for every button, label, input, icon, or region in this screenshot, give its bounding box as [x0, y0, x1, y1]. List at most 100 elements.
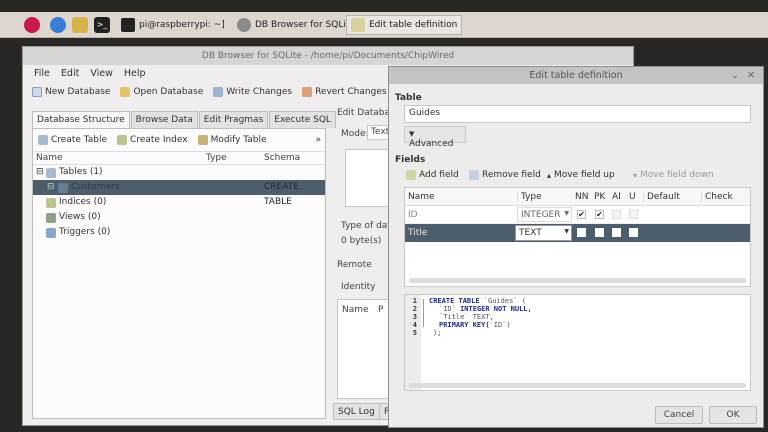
pk-checkbox[interactable]: ✔: [595, 210, 604, 219]
col-nn[interactable]: NN: [575, 192, 588, 202]
col-name[interactable]: Name: [408, 192, 435, 202]
nn-checkbox[interactable]: [577, 228, 586, 237]
modify-table-button[interactable]: Modify Table: [197, 135, 267, 145]
bytes-label: 0 byte(s): [341, 236, 382, 246]
taskbar-db-browser[interactable]: DB Browser for SQLit...: [232, 15, 363, 35]
tab-execute-sql[interactable]: Execute SQL: [269, 111, 336, 128]
edit-cell-title: Edit Databa: [337, 108, 391, 118]
field-name[interactable]: Title: [408, 228, 427, 238]
col-u[interactable]: U: [629, 192, 636, 202]
u-checkbox[interactable]: [629, 210, 638, 219]
taskbar-terminal[interactable]: pi@raspberrypi: ~]: [116, 15, 230, 35]
create-index-button[interactable]: Create Index: [117, 135, 188, 145]
table-name-input[interactable]: Guides: [404, 105, 751, 123]
mode-label: Mode:: [341, 129, 369, 139]
terminal-icon[interactable]: >_: [94, 17, 110, 33]
pk-checkbox[interactable]: [595, 228, 604, 237]
tab-database-structure[interactable]: Database Structure: [32, 111, 130, 128]
table-icon: [38, 135, 48, 145]
sql-line-3: `Title` TEXT,: [439, 313, 494, 321]
taskbar-edit-table[interactable]: Edit table definition: [346, 15, 463, 35]
field-type-select[interactable]: INTEGER ▼: [517, 207, 572, 222]
folder-icon[interactable]: [72, 17, 88, 33]
revert-icon: [302, 87, 313, 97]
remove-icon: [469, 170, 479, 180]
new-db-icon: [32, 87, 42, 97]
tree-item-indices[interactable]: Indices (0): [33, 195, 325, 210]
horizontal-scrollbar[interactable]: [409, 278, 746, 283]
database-icon: [237, 18, 251, 32]
header-schema[interactable]: Schema: [264, 153, 300, 163]
revert-changes-button[interactable]: Revert Changes: [302, 87, 387, 97]
tab-sql-log[interactable]: SQL Log: [333, 403, 380, 420]
arrow-up-icon: ▴: [547, 170, 552, 180]
menu-view[interactable]: View: [90, 68, 113, 79]
open-database-button[interactable]: Open Database: [120, 87, 203, 97]
tab-edit-pragmas[interactable]: Edit Pragmas: [198, 111, 269, 128]
col-type[interactable]: Type: [517, 192, 542, 202]
collapse-icon[interactable]: ⊟: [47, 180, 55, 195]
add-field-button[interactable]: Add field: [406, 170, 459, 180]
more-tools-button[interactable]: »: [315, 135, 321, 145]
main-tabs: Database Structure Browse Data Edit Prag…: [32, 111, 337, 128]
write-changes-button[interactable]: Write Changes: [213, 87, 292, 97]
menu-edit[interactable]: Edit: [61, 68, 79, 79]
collapse-icon[interactable]: ⊟: [36, 165, 44, 180]
col-pk[interactable]: PK: [594, 192, 605, 202]
table-label: Table: [395, 93, 422, 103]
move-down-button[interactable]: ▾ Move field down: [633, 170, 714, 180]
menu-file[interactable]: File: [34, 68, 50, 79]
window-icon: [351, 18, 365, 32]
open-db-icon: [120, 87, 131, 97]
expand-arrow-icon: ▼: [409, 130, 415, 138]
tree-item-tables[interactable]: ⊟ Tables (1): [33, 165, 325, 180]
views-icon: [46, 213, 56, 223]
move-up-button[interactable]: ▴ Move field up: [547, 170, 615, 180]
close-icon[interactable]: ✕: [747, 67, 755, 84]
sql-line-5: );: [433, 329, 442, 337]
nn-checkbox[interactable]: ✔: [577, 210, 586, 219]
advanced-toggle[interactable]: ▼ Advanced: [404, 126, 466, 149]
taskbar: >_ pi@raspberrypi: ~] DB Browser for SQL…: [0, 12, 768, 38]
u-checkbox[interactable]: [629, 228, 638, 237]
tree-item-triggers[interactable]: Triggers (0): [33, 225, 325, 240]
tree-item-customers[interactable]: ⊟ Customers CREATE TABLE: [33, 180, 325, 207]
fields-label: Fields: [395, 155, 426, 165]
col-default[interactable]: Default: [643, 192, 680, 202]
fields-table: Name Type NN PK AI U Default Check ID IN…: [404, 187, 751, 287]
terminal-icon: [121, 18, 135, 32]
new-database-button[interactable]: New Database: [32, 87, 110, 97]
field-type-select[interactable]: TEXT ▼: [515, 225, 572, 241]
field-row-selected[interactable]: Title TEXT ▼: [405, 224, 750, 242]
ok-button[interactable]: OK: [709, 406, 757, 424]
modify-icon: [197, 135, 208, 145]
sql-scrollbar[interactable]: [409, 383, 746, 388]
tree-item-views[interactable]: Views (0): [33, 210, 325, 225]
ai-checkbox[interactable]: [612, 228, 621, 237]
field-row[interactable]: ID INTEGER ▼ ✔ ✔: [405, 206, 750, 224]
minimize-icon[interactable]: ⌄: [731, 67, 739, 84]
dialog-title: Edit table definition: [529, 70, 623, 81]
triggers-icon: [46, 228, 56, 238]
header-type[interactable]: Type: [206, 153, 227, 163]
structure-toolbar: Create Table Create Index Modify Table »: [33, 129, 325, 151]
col-check[interactable]: Check: [701, 192, 733, 202]
sql-line-4: PRIMARY KEY(`ID`): [439, 321, 511, 329]
remove-field-button[interactable]: Remove field: [469, 170, 541, 180]
cancel-button[interactable]: Cancel: [655, 406, 703, 424]
globe-icon[interactable]: [50, 17, 66, 33]
main-window-title: DB Browser for SQLite - /home/pi/Documen…: [23, 47, 633, 65]
header-name[interactable]: Name: [36, 153, 63, 163]
col-ai[interactable]: AI: [612, 192, 621, 202]
structure-panel: Create Table Create Index Modify Table »…: [32, 128, 326, 419]
tab-browse-data[interactable]: Browse Data: [130, 111, 198, 128]
ai-checkbox[interactable]: [612, 210, 621, 219]
remote-label: Remote: [337, 260, 372, 270]
raspberry-icon[interactable]: [24, 17, 40, 33]
tree-header: Name Type Schema: [33, 151, 325, 165]
field-name[interactable]: ID: [408, 210, 418, 220]
sql-preview[interactable]: 1 2 3 4 5 CREATE TABLE `Guides` ( `ID` I…: [404, 294, 751, 391]
create-table-button[interactable]: Create Table: [38, 135, 107, 145]
menu-help[interactable]: Help: [124, 68, 146, 79]
identity-label: Identity: [341, 282, 376, 292]
